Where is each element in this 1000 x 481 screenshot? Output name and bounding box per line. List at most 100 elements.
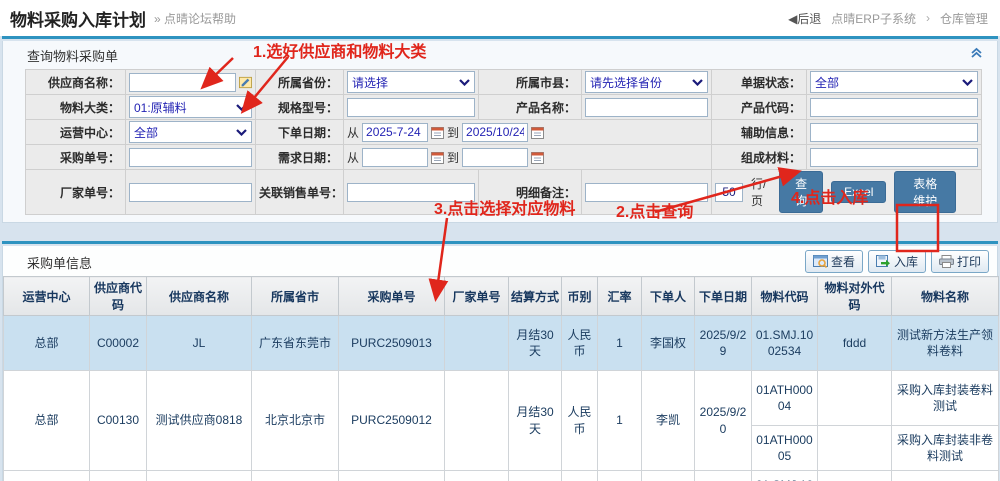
- order-date-from-input[interactable]: [362, 123, 428, 142]
- cell-orderer: 李凯: [642, 371, 695, 471]
- annotation-step4: 4.点击入库: [791, 184, 868, 208]
- table-maintenance-button[interactable]: 表格维护: [894, 171, 956, 213]
- material-category-label: 物料大类：: [26, 95, 126, 120]
- orders-panel-title-row: 采购单信息 查看 入库 打印: [3, 246, 997, 276]
- materials-comp-input[interactable]: [810, 148, 978, 167]
- cell-supplier-code: C00002: [90, 316, 147, 371]
- view-button-label: 查看: [831, 253, 855, 270]
- cell-rate: 1: [598, 316, 642, 371]
- calendar-icon[interactable]: [531, 151, 544, 164]
- cell-currency: 人民币: [562, 316, 598, 371]
- cell-material-code: 01.SMJ.1006158: [752, 471, 818, 481]
- province-select[interactable]: 请选择: [347, 71, 475, 93]
- demand-date-from-input[interactable]: [362, 148, 428, 167]
- cell-order-date: 2025/9/29: [695, 316, 752, 371]
- city-select[interactable]: 请先选择省份: [585, 71, 708, 93]
- cell-supplier-code: C00002: [90, 471, 147, 481]
- col-header[interactable]: 下单人: [642, 277, 695, 316]
- chevron-down-icon: [962, 79, 973, 86]
- cell-supplier-code: C00130: [90, 371, 147, 471]
- purchase-no-label: 采购单号：: [26, 145, 126, 170]
- purchase-orders-table: 运营中心 供应商代码 供应商名称 所属省市 采购单号 厂家单号 结算方式 币别 …: [3, 276, 999, 481]
- cell-currency: 人民币: [562, 371, 598, 471]
- breadcrumb-system[interactable]: 点晴ERP子系统: [831, 10, 916, 27]
- inbound-button-label: 入库: [894, 253, 918, 270]
- calendar-icon[interactable]: [431, 126, 444, 139]
- print-button[interactable]: 打印: [931, 250, 989, 273]
- aux-info-input[interactable]: [810, 123, 978, 142]
- product-code-input[interactable]: [810, 98, 978, 117]
- city-label: 所属市县：: [479, 70, 582, 95]
- col-header[interactable]: 物料名称: [892, 277, 999, 316]
- factory-no-input[interactable]: [129, 183, 252, 202]
- col-header[interactable]: 运营中心: [4, 277, 90, 316]
- col-header[interactable]: 供应商代码: [90, 277, 147, 316]
- cell-factory-no: [445, 371, 509, 471]
- supplier-picker-icon[interactable]: [239, 76, 252, 89]
- col-header[interactable]: 物料代码: [752, 277, 818, 316]
- collapse-panel-icon[interactable]: [970, 47, 983, 62]
- annotation-step3: 3.点击选择对应物料: [434, 195, 575, 219]
- view-button[interactable]: 查看: [805, 250, 863, 273]
- demand-date-from-label: 从: [347, 149, 359, 166]
- breadcrumb-module[interactable]: 仓库管理: [940, 10, 988, 27]
- breadcrumb: ◀后退 点晴ERP子系统 › 仓库管理: [788, 10, 988, 27]
- order-date-to-input[interactable]: [462, 123, 528, 142]
- col-header[interactable]: 下单日期: [695, 277, 752, 316]
- rows-per-page-input[interactable]: [715, 183, 743, 202]
- cell-province: 广东省东莞市: [252, 471, 339, 481]
- col-header[interactable]: 结算方式: [509, 277, 562, 316]
- op-center-select[interactable]: 全部: [129, 121, 252, 143]
- back-link[interactable]: ◀后退: [788, 10, 821, 27]
- col-header[interactable]: 供应商名称: [147, 277, 252, 316]
- table-row[interactable]: 总部 C00130 测试供应商0818 北京北京市 PURC2509012 月结…: [4, 371, 999, 426]
- calendar-icon[interactable]: [431, 151, 444, 164]
- cell-currency: 人民币: [562, 471, 598, 481]
- province-select-value: 请选择: [352, 74, 388, 91]
- op-center-select-value: 全部: [134, 124, 158, 141]
- supplier-name-input[interactable]: [129, 73, 236, 92]
- orders-toolbar: 查看 入库 打印: [805, 250, 989, 273]
- purchase-no-input[interactable]: [129, 148, 252, 167]
- cell-factory-no: [445, 471, 509, 481]
- cell-material-name: 采购入库封装非卷料测试: [892, 426, 999, 471]
- top-header: 物料采购入库计划 » 点晴论坛帮助 ◀后退 点晴ERP子系统 › 仓库管理: [0, 0, 1000, 36]
- order-date-from-label: 从: [347, 124, 359, 141]
- doc-status-select[interactable]: 全部: [810, 71, 978, 93]
- col-header[interactable]: 币别: [562, 277, 598, 316]
- cell-orderer: 李国权: [642, 471, 695, 481]
- order-date-label: 下单日期：: [256, 120, 344, 145]
- demand-date-to-label: 到: [447, 149, 459, 166]
- demand-date-to-input[interactable]: [462, 148, 528, 167]
- factory-no-label: 厂家单号：: [26, 170, 126, 215]
- cell-order-date: 2025/9/16: [695, 471, 752, 481]
- cell-material-ext-code: [818, 371, 892, 426]
- calendar-icon[interactable]: [531, 126, 544, 139]
- product-name-label: 产品名称：: [479, 95, 582, 120]
- material-category-select[interactable]: 01:原辅料: [129, 96, 252, 118]
- material-category-select-value: 01:原辅料: [134, 99, 187, 116]
- table-row[interactable]: 总部 C00002 JL 广东省东莞市 PURC2509011 月结30天 人民…: [4, 471, 999, 481]
- forum-help-link[interactable]: » 点晴论坛帮助: [154, 10, 236, 27]
- inbound-button[interactable]: 入库: [868, 250, 926, 273]
- panel-accent-bar: [2, 36, 998, 39]
- col-header[interactable]: 采购单号: [339, 277, 445, 316]
- product-name-input[interactable]: [585, 98, 708, 117]
- col-header[interactable]: 汇率: [598, 277, 642, 316]
- annotation-step2: 2.点击查询: [616, 198, 693, 222]
- col-header[interactable]: 物料对外代码: [818, 277, 892, 316]
- chevron-down-icon: [236, 129, 247, 136]
- cell-material-name: 采购入库封装卷料测试: [892, 371, 999, 426]
- table-row[interactable]: 总部 C00002 JL 广东省东莞市 PURC2509013 月结30天 人民…: [4, 316, 999, 371]
- query-panel-title-row: 查询物料采购单: [3, 41, 997, 68]
- cell-op-center: 总部: [4, 371, 90, 471]
- cell-settlement: 月结30天: [509, 316, 562, 371]
- orders-panel: 采购单信息 查看 入库 打印 运营中心 供应商代码: [2, 246, 998, 481]
- col-header[interactable]: 所属省市: [252, 277, 339, 316]
- annotation-step1: 1.选好供应商和物料大类: [253, 38, 426, 62]
- province-label: 所属省份：: [256, 70, 344, 95]
- panel-accent-bar: [2, 241, 998, 244]
- spec-model-input[interactable]: [347, 98, 475, 117]
- col-header[interactable]: 厂家单号: [445, 277, 509, 316]
- cell-po-number: PURC2509011: [339, 471, 445, 481]
